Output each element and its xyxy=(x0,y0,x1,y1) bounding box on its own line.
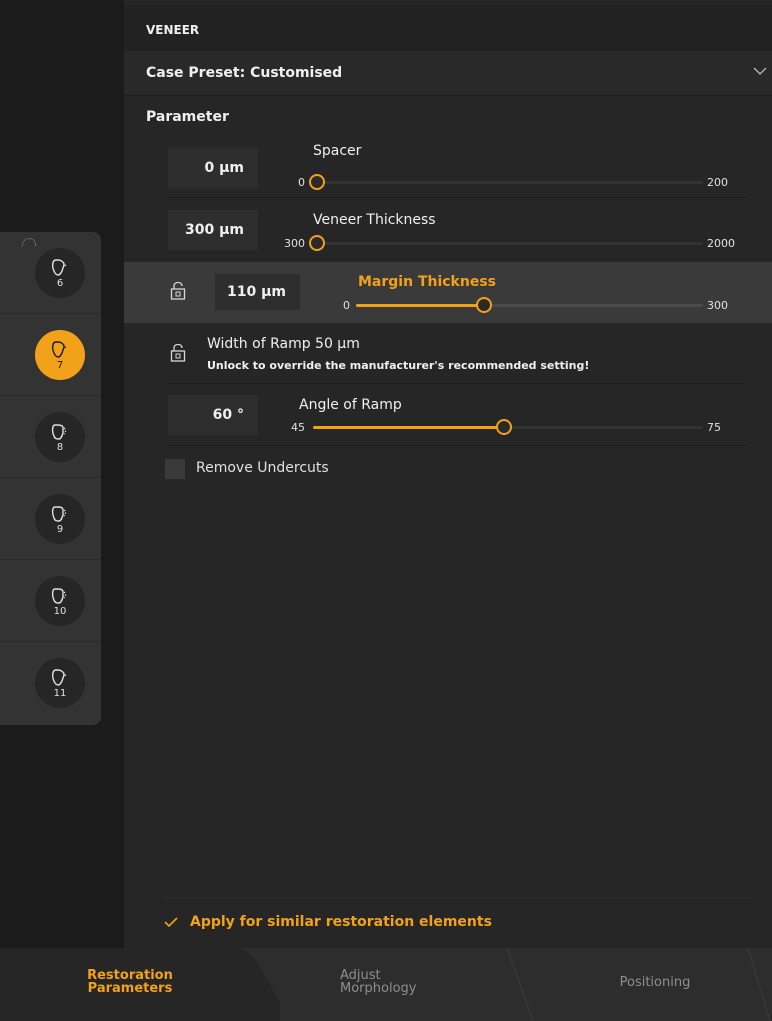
angle-of-ramp-fill xyxy=(313,426,503,429)
tab-positioning[interactable]: Positioning xyxy=(600,976,710,989)
tab-label-line: Morphology xyxy=(340,981,417,996)
veneer-thickness-label: Veneer Thickness xyxy=(313,212,436,228)
unlocked-lock-icon[interactable] xyxy=(168,281,188,301)
tooth-selector-panel: 6 7 8 9 10 11 xyxy=(0,232,101,725)
section-header: VENEER xyxy=(124,5,772,51)
tooth-item[interactable]: 10 xyxy=(0,560,101,642)
unlock-hint: Unlock to override the manufacturer's re… xyxy=(207,359,590,372)
tooth-icon xyxy=(51,506,67,522)
angle-of-ramp-max: 75 xyxy=(707,421,721,434)
tooth-item[interactable]: 6 xyxy=(0,232,101,314)
divider xyxy=(167,383,747,384)
margin-thickness-value-field[interactable]: 110 µm xyxy=(215,274,300,310)
tooth-button[interactable]: 11 xyxy=(35,658,85,708)
veneer-thickness-value-field[interactable]: 300 µm xyxy=(168,210,258,250)
tooth-number: 8 xyxy=(56,442,64,453)
angle-of-ramp-value: 60 ° xyxy=(212,407,244,423)
veneer-thickness-value: 300 µm xyxy=(185,222,244,238)
divider xyxy=(167,445,747,446)
spacer-max: 200 xyxy=(707,176,728,189)
margin-thickness-value: 110 µm xyxy=(227,284,286,300)
remove-undercuts-checkbox[interactable] xyxy=(165,459,185,479)
tooth-icon xyxy=(51,669,66,686)
width-of-ramp-label: Width of Ramp 50 µm xyxy=(207,336,360,352)
tab-separator xyxy=(747,948,771,1021)
tooth-icon xyxy=(51,588,67,604)
tooth-item[interactable]: 11 xyxy=(0,642,101,724)
tooth-button[interactable]: 6 xyxy=(35,248,85,298)
divider xyxy=(162,897,752,898)
tab-adjust-morphology[interactable]: Adjust Morphology xyxy=(340,969,450,995)
angle-of-ramp-min: 45 xyxy=(291,421,305,434)
tooth-button[interactable]: 9 xyxy=(35,494,85,544)
margin-thickness-row: 110 µm Margin Thickness 0 300 xyxy=(124,262,772,323)
tab-label-line: Parameters xyxy=(87,981,173,996)
case-preset-dropdown[interactable]: Case Preset: Customised xyxy=(124,51,772,96)
spacer-slider-handle[interactable] xyxy=(309,174,325,190)
bottom-tab-bar: Restoration Parameters Adjust Morphology… xyxy=(0,948,772,1021)
divider xyxy=(167,197,747,198)
tooth-button-active[interactable]: 7 xyxy=(35,330,85,380)
tooth-number: 11 xyxy=(53,688,67,699)
tooth-number: 9 xyxy=(56,524,64,535)
chevron-down-icon xyxy=(753,67,767,75)
tooth-button[interactable]: 8 xyxy=(35,412,85,462)
veneer-thickness-slider-handle[interactable] xyxy=(309,235,325,251)
tab-restoration-parameters[interactable]: Restoration Parameters xyxy=(80,969,180,995)
spacer-min: 0 xyxy=(298,176,305,189)
veneer-thickness-max: 2000 xyxy=(707,237,735,250)
tooth-number: 6 xyxy=(56,278,64,289)
angle-of-ramp-slider-handle[interactable] xyxy=(496,419,512,435)
veneer-thickness-track[interactable] xyxy=(309,242,703,245)
case-preset-label: Case Preset: Customised xyxy=(146,65,343,81)
tooth-item[interactable]: 7 xyxy=(0,314,101,396)
apply-similar-label: Apply for similar restoration elements xyxy=(190,914,492,930)
margin-thickness-label: Margin Thickness xyxy=(358,274,496,290)
spacer-value-field[interactable]: 0 µm xyxy=(168,148,258,188)
tooth-button[interactable]: 10 xyxy=(35,576,85,626)
unlocked-lock-icon[interactable] xyxy=(168,343,188,363)
tab-label-line: Positioning xyxy=(619,975,691,990)
spacer-value: 0 µm xyxy=(204,160,244,176)
parameter-heading: Parameter xyxy=(146,109,229,125)
veneer-thickness-min: 300 xyxy=(284,237,305,250)
left-strip: 6 7 8 9 10 11 xyxy=(0,0,124,948)
apply-similar-checkbox[interactable] xyxy=(162,913,180,931)
tooth-number: 7 xyxy=(56,360,64,371)
remove-undercuts-label: Remove Undercuts xyxy=(196,460,329,476)
angle-of-ramp-value-field[interactable]: 60 ° xyxy=(168,395,258,435)
tooth-icon xyxy=(51,424,67,440)
margin-thickness-max: 300 xyxy=(707,299,728,312)
parameters-panel: VENEER Case Preset: Customised Parameter… xyxy=(124,0,772,948)
spacer-track[interactable] xyxy=(309,181,703,184)
section-title: VENEER xyxy=(146,23,200,37)
spacer-label: Spacer xyxy=(313,143,362,159)
tooth-item[interactable]: 8 xyxy=(0,396,101,478)
margin-thickness-fill xyxy=(356,304,484,307)
margin-thickness-min: 0 xyxy=(343,299,350,312)
tooth-icon xyxy=(51,341,66,358)
tooth-item[interactable]: 9 xyxy=(0,478,101,560)
tooth-number: 10 xyxy=(53,606,67,617)
angle-of-ramp-label: Angle of Ramp xyxy=(299,397,402,413)
apply-similar-option[interactable]: Apply for similar restoration elements xyxy=(162,913,492,931)
checkmark-icon xyxy=(164,917,178,928)
tab-separator xyxy=(506,948,534,1021)
tooth-icon xyxy=(51,259,66,276)
margin-thickness-slider-handle[interactable] xyxy=(476,297,492,313)
